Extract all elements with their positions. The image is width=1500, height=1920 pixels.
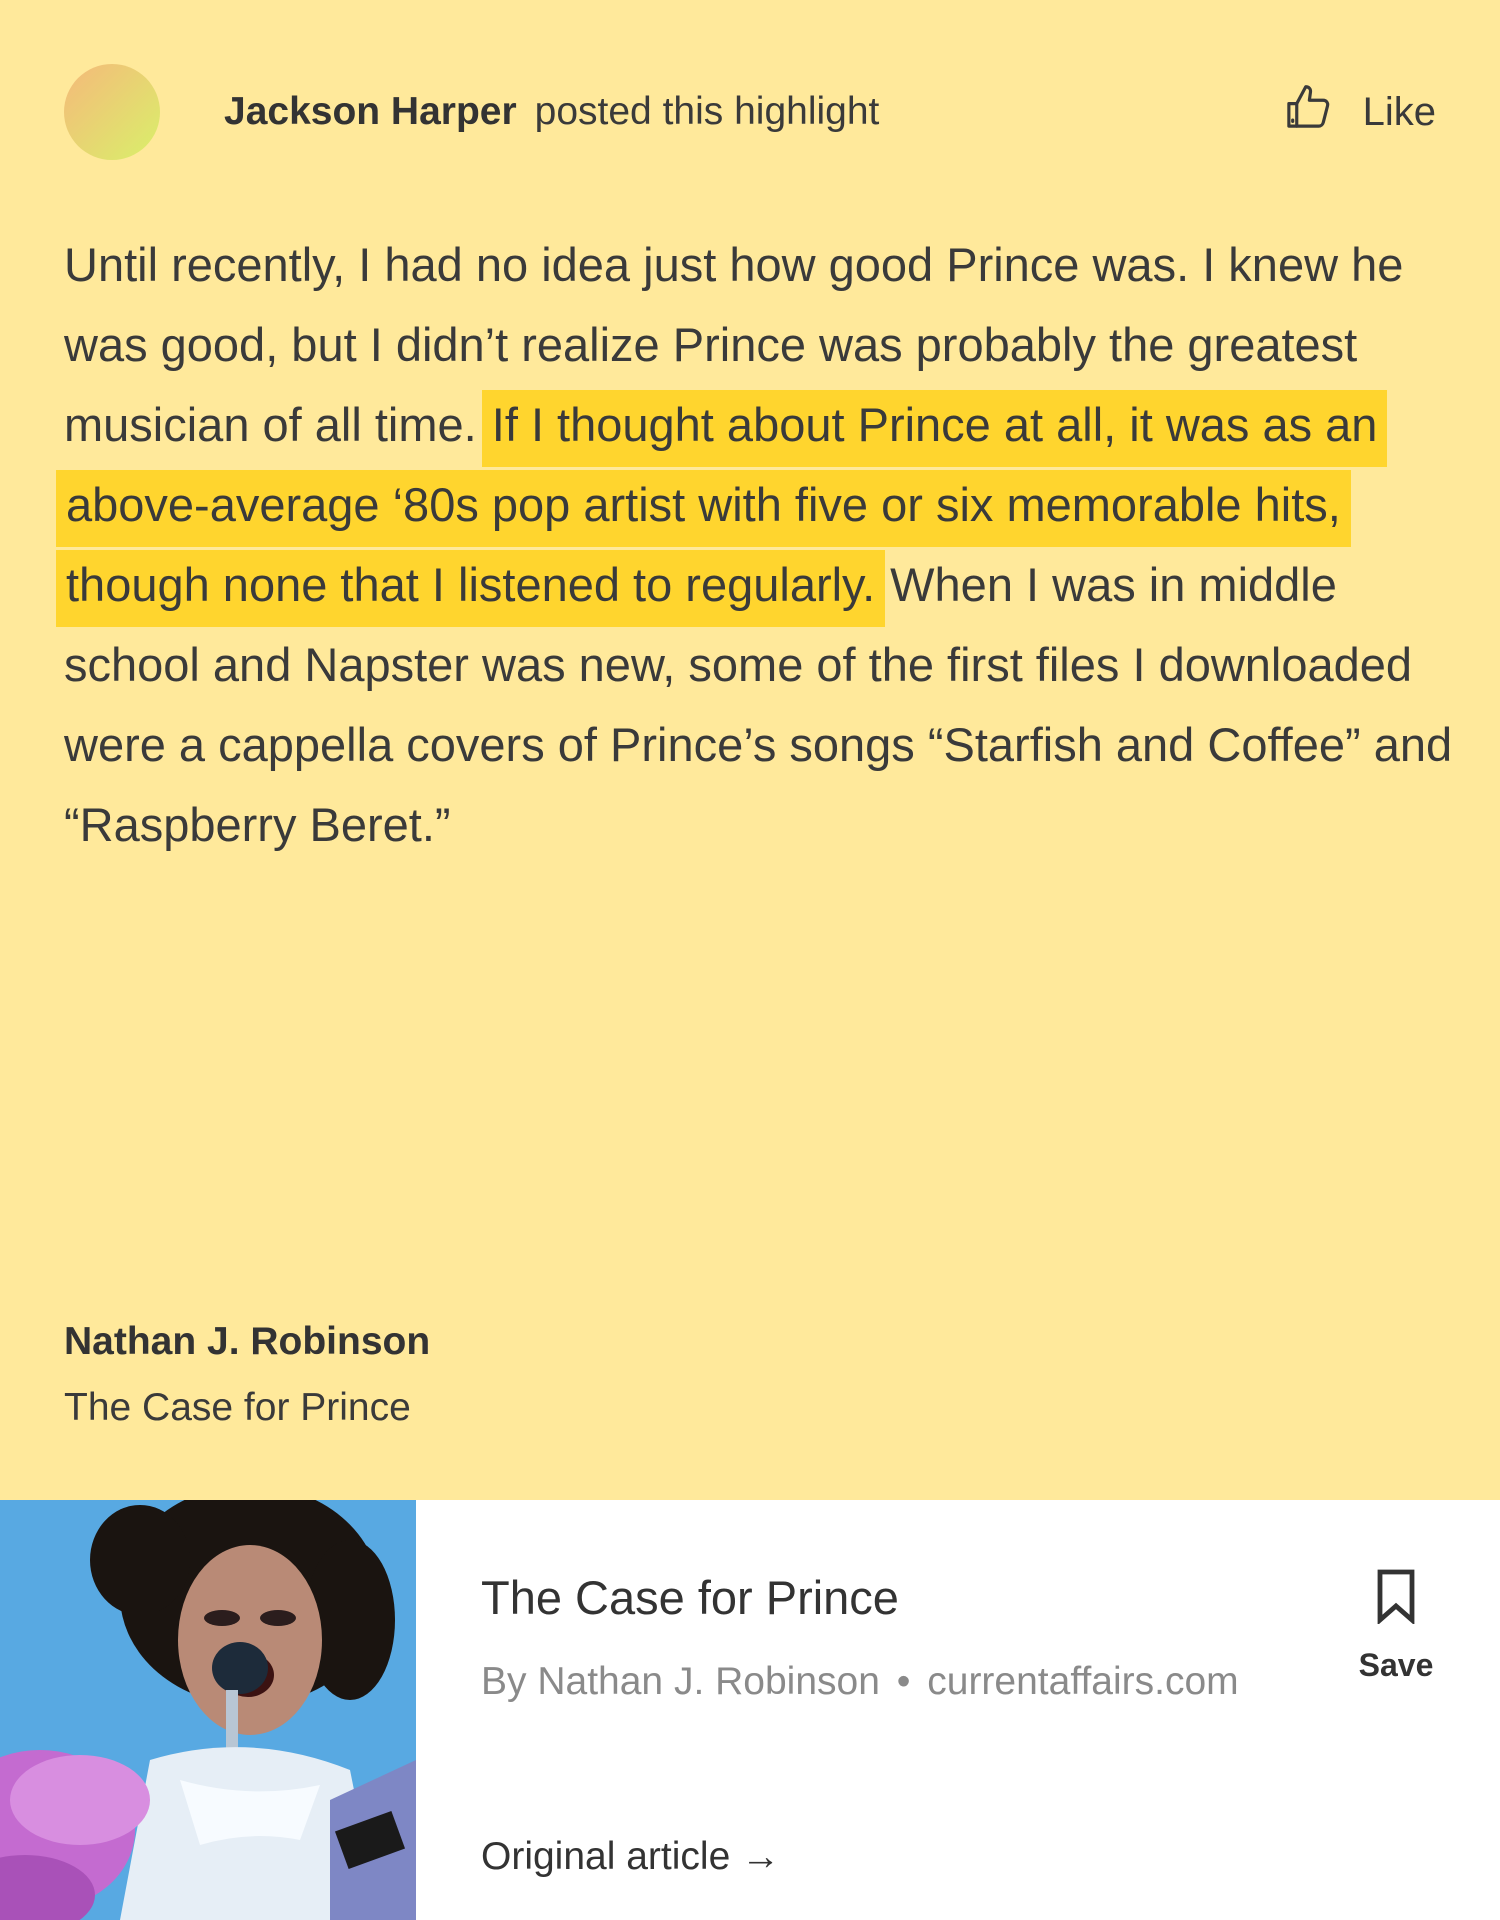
- poster-line: Jackson Harper posted this highlight: [224, 90, 879, 134]
- like-label: Like: [1362, 89, 1436, 134]
- highlight-quote: Until recently, I had no idea just how g…: [64, 225, 1454, 865]
- source-author: Nathan J. Robinson: [64, 1320, 431, 1363]
- original-article-link[interactable]: Original article →: [481, 1835, 780, 1879]
- like-button[interactable]: Like: [1281, 80, 1436, 144]
- prince-photo-image: [0, 1500, 416, 1920]
- article-thumbnail[interactable]: [0, 1500, 416, 1920]
- article-link-card[interactable]: The Case for Prince By Nathan J. Robinso…: [0, 1500, 1500, 1920]
- highlight-header: Jackson Harper posted this highlight Lik…: [64, 64, 1436, 160]
- save-label: Save: [1358, 1647, 1434, 1683]
- article-meta: By Nathan J. Robinson • currentaffairs.c…: [481, 1660, 1239, 1704]
- poster-action: posted this highlight: [534, 90, 880, 133]
- highlight-card: Jackson Harper posted this highlight Lik…: [0, 0, 1500, 1500]
- bookmark-icon: [1374, 1568, 1418, 1629]
- source-title: The Case for Prince: [64, 1386, 411, 1429]
- avatar[interactable]: [64, 64, 160, 160]
- thumbs-up-icon: [1281, 80, 1335, 144]
- article-details: The Case for Prince By Nathan J. Robinso…: [416, 1500, 1500, 1920]
- poster-name[interactable]: Jackson Harper: [224, 90, 517, 134]
- save-button[interactable]: Save: [1356, 1568, 1436, 1684]
- meta-separator: •: [896, 1660, 911, 1703]
- article-byline: By Nathan J. Robinson: [481, 1660, 880, 1703]
- article-title[interactable]: The Case for Prince: [481, 1570, 899, 1625]
- article-domain: currentaffairs.com: [927, 1660, 1239, 1703]
- highlight-source: Nathan J. Robinson The Case for Prince: [64, 1320, 430, 1430]
